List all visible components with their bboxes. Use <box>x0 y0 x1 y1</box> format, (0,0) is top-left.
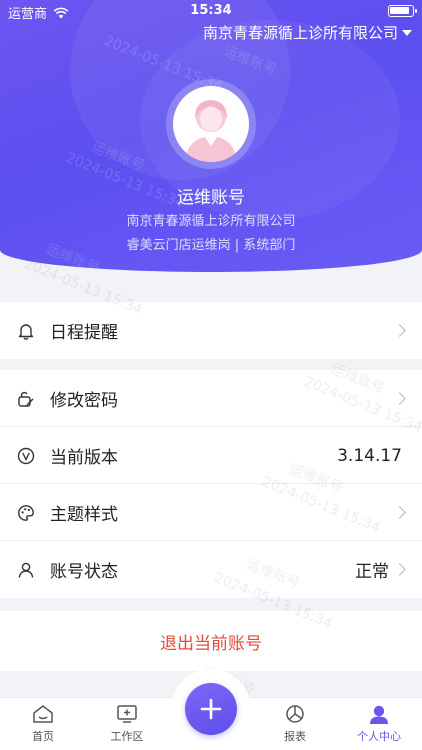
menu-item-label: 账号状态 <box>50 562 118 582</box>
user-icon <box>16 560 36 580</box>
status-bar: 运营商 15:34 <box>0 0 422 22</box>
tab-label: 首页 <box>32 730 54 743</box>
workspace-icon <box>117 705 137 723</box>
user-avatar-icon <box>185 100 237 162</box>
org-selector-label: 南京青春源循上诊所有限公司 <box>202 24 398 42</box>
tab-label: 个人中心 <box>357 730 401 743</box>
version-icon <box>16 446 36 466</box>
avatar[interactable] <box>166 79 256 169</box>
clock: 15:34 <box>190 3 232 18</box>
version-value: 3.14.17 <box>337 445 402 466</box>
menu-item-label: 主题样式 <box>50 505 118 525</box>
menu-item-schedule[interactable]: 日程提醒 <box>0 302 422 359</box>
menu-item-label: 修改密码 <box>50 391 118 411</box>
menu-item-version[interactable]: 当前版本 3.14.17 <box>0 427 422 484</box>
caret-down-icon <box>402 29 412 36</box>
department-info: 睿美云门店运维岗 | 系统部门 <box>126 238 296 253</box>
company-name: 南京青春源循上诊所有限公司 <box>126 214 296 229</box>
home-icon <box>33 705 53 723</box>
chevron-right-icon <box>393 506 406 519</box>
menu-item-label: 日程提醒 <box>50 323 118 343</box>
tab-label: 工作区 <box>110 730 144 743</box>
plus-icon <box>200 698 222 720</box>
tab-profile[interactable]: 个人中心 <box>344 704 414 744</box>
tab-home[interactable]: 首页 <box>8 704 78 744</box>
org-selector[interactable]: 南京青春源循上诊所有限公司 <box>203 22 412 43</box>
tab-workspace[interactable]: 工作区 <box>92 704 162 744</box>
menu-group-settings: 修改密码 当前版本 3.14.17 主题样式 账号状态 正常 <box>0 370 422 598</box>
menu-item-password[interactable]: 修改密码 <box>0 370 422 427</box>
logout-button[interactable]: 退出当前账号 <box>0 611 422 671</box>
battery-icon <box>388 5 417 17</box>
account-name: 运维账号 <box>177 188 245 208</box>
chevron-right-icon <box>393 563 406 576</box>
palette-icon <box>16 503 36 523</box>
menu-item-account-status[interactable]: 账号状态 正常 <box>0 541 422 598</box>
profile-icon <box>370 705 388 724</box>
tab-reports[interactable]: 报表 <box>260 704 330 744</box>
menu-item-theme[interactable]: 主题样式 <box>0 484 422 541</box>
chevron-right-icon <box>393 392 406 405</box>
menu-group-schedule: 日程提醒 <box>0 302 422 359</box>
avatar-image <box>173 86 249 162</box>
bell-icon <box>16 321 36 341</box>
menu-item-label: 当前版本 <box>50 448 118 468</box>
tab-label: 报表 <box>284 730 306 743</box>
account-status-value: 正常 <box>355 562 389 582</box>
add-button[interactable] <box>185 683 237 735</box>
pie-chart-icon <box>286 705 304 723</box>
chevron-right-icon <box>393 324 406 337</box>
edit-lock-icon <box>16 389 36 409</box>
